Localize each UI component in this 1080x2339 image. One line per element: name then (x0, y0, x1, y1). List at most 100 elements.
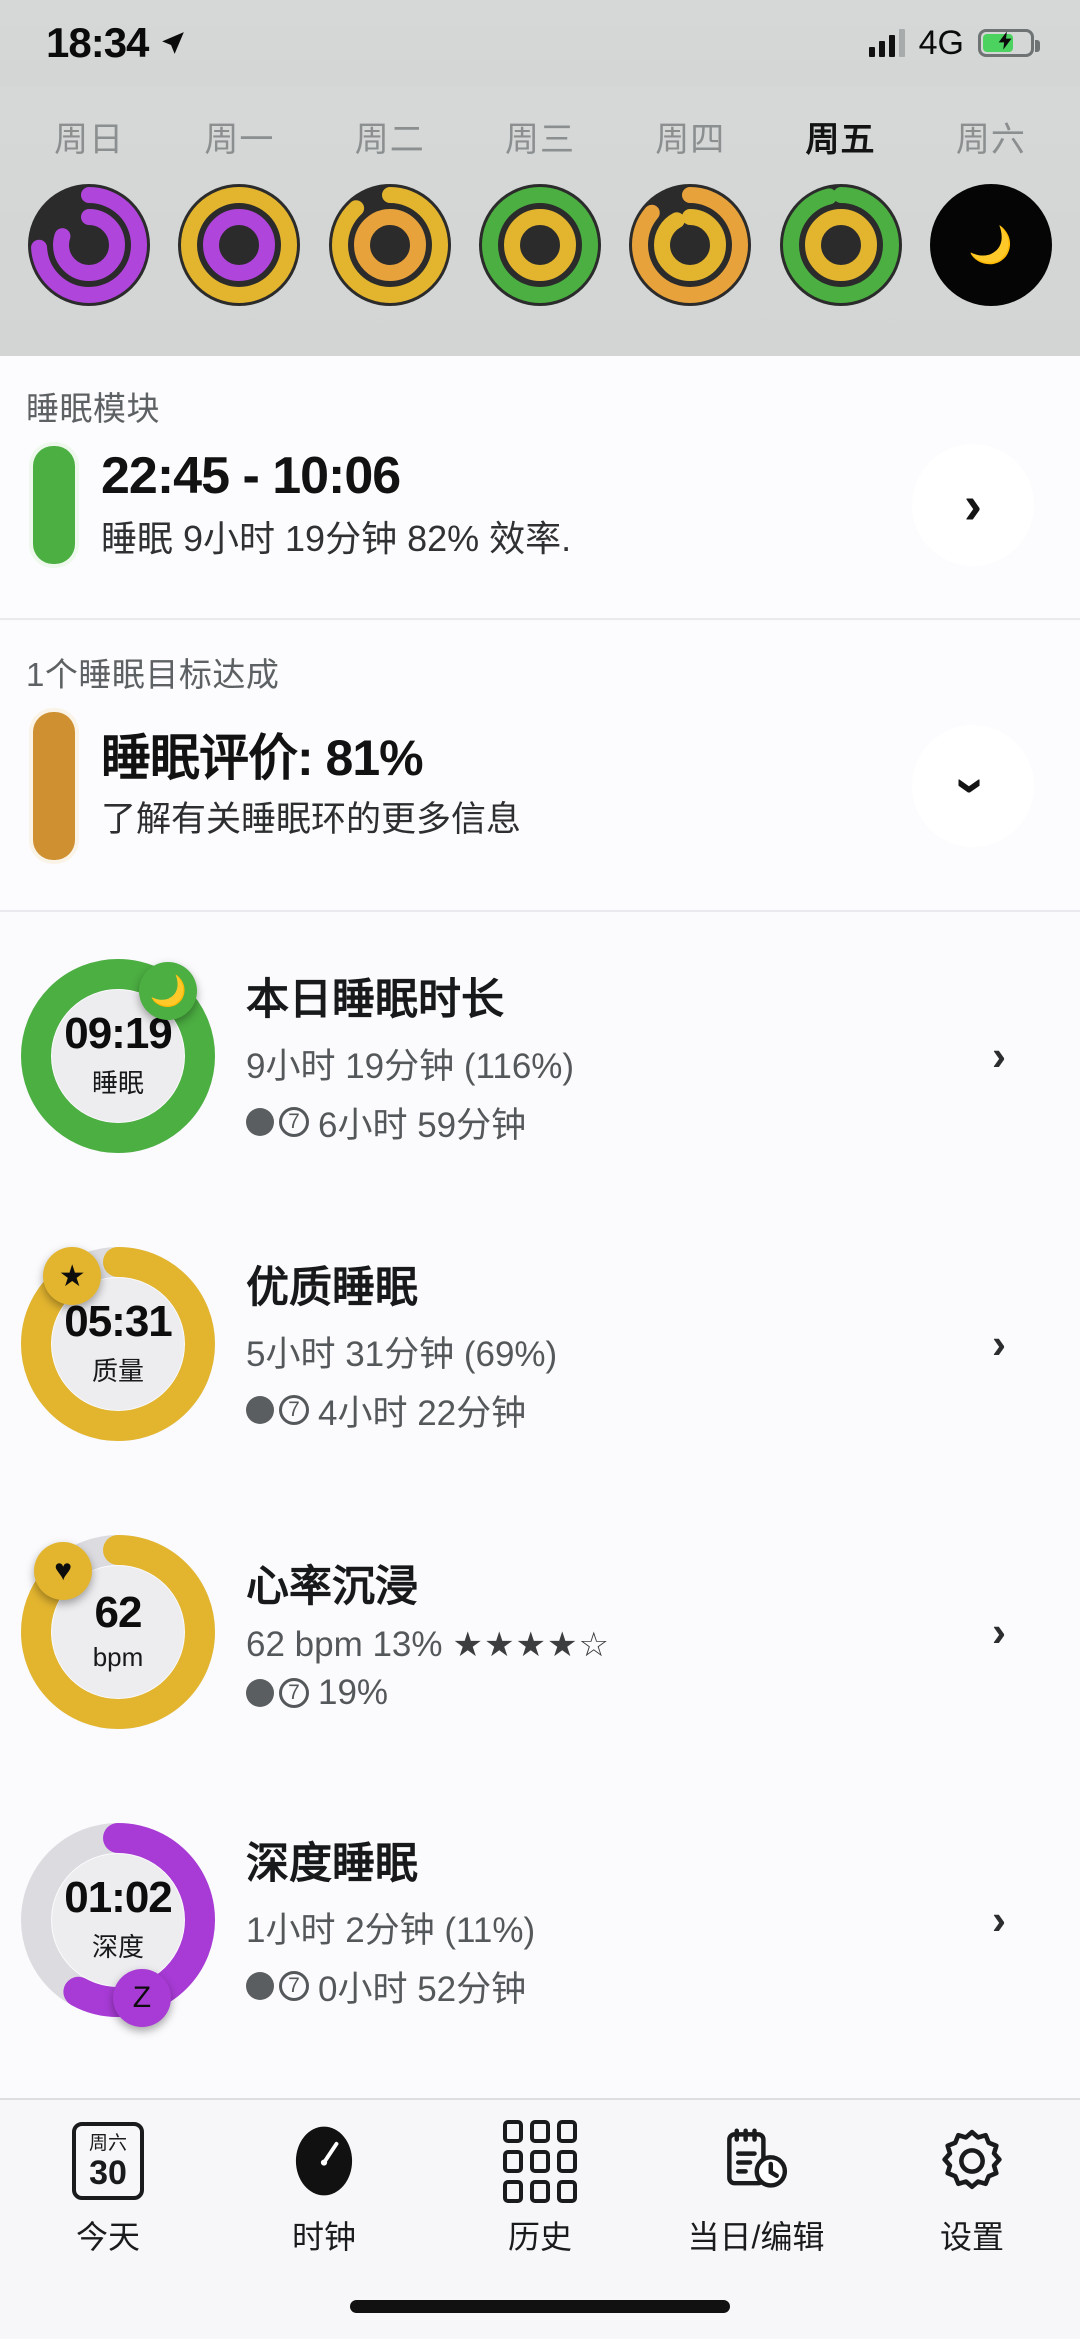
sleep-module-row[interactable]: 22:45 - 10:06 睡眠 9小时 19分钟 82% 效率. › (0, 444, 1080, 566)
average-period-icon: 7 (246, 1677, 309, 1708)
metric-ring-unit: 质量 (91, 1356, 144, 1386)
week-day-3[interactable]: 周二 (315, 86, 465, 307)
metric-average-value: 4小时 22分钟 (318, 1393, 527, 1433)
sleep-module-disclosure-button[interactable]: › (912, 444, 1034, 566)
clock-gauge-icon (285, 2122, 363, 2200)
week-day-label: 周五 (805, 121, 876, 159)
heart-badge-icon: ♥ (34, 1542, 93, 1601)
chevron-right-icon[interactable]: › (992, 1608, 1006, 1656)
sleep-time-range: 22:45 - 10:06 (101, 446, 401, 505)
grid-cells (503, 2119, 577, 2203)
location-arrow-icon (160, 30, 186, 56)
week-day-moon-disc: 🌙 (929, 183, 1053, 307)
metric-ring-sleep-duration: 09:19 睡眠 🌙 (18, 956, 218, 1156)
tab-label: 历史 (507, 2219, 572, 2255)
sleep-score-text: 睡眠评价: 81% 了解有关睡眠环的更多信息 (101, 731, 521, 842)
metric-row-quality-sleep[interactable]: 05:31 质量 ★ 优质睡眠 5小时 31分钟 (69%) 7 4小时 22分钟 › (0, 1200, 1080, 1488)
sleep-score-expand-button[interactable]: › (912, 725, 1034, 847)
metrics-list: 09:19 睡眠 🌙 本日睡眠时长 9小时 19分钟 (116%) 7 6小时 59分钟 › 0… (0, 912, 1080, 2098)
metric-ring-value: 62 (94, 1588, 143, 1637)
metric-row-deep-sleep[interactable]: 01:02 深度 Z 深度睡眠 1小时 2分钟 (11%) 7 0小时 52分钟 › (0, 1776, 1080, 2064)
week-day-rings (27, 183, 151, 307)
metric-subtitle-text: 5小时 31分钟 (69%) (246, 1334, 558, 1374)
app-root: 18:34 4G 周日 周一 周二 周三 周四 周五 周六 🌙 睡眠模块 22:45 - 10… (0, 0, 1080, 2339)
status-bar-right: 4G (868, 24, 1040, 63)
tab-clock[interactable]: 时钟 (216, 2122, 432, 2258)
metric-ring-value: 09:19 (64, 1009, 173, 1058)
metric-average-row: 7 0小时 52分钟 (246, 1961, 535, 2012)
tab-day-edit[interactable]: 当日/编辑 (648, 2122, 864, 2258)
moon-icon: 🌙 (968, 224, 1014, 265)
metric-subtitle-text: 62 bpm 13% (246, 1624, 443, 1664)
status-bar-left: 18:34 (46, 19, 186, 67)
week-day-rings (478, 183, 602, 307)
calendar-weekday: 周六 (88, 2133, 127, 2154)
average-period-icon: 7 (246, 1395, 309, 1425)
average-days-count: 7 (279, 1971, 309, 2001)
tab-label: 设置 (939, 2219, 1004, 2255)
metric-subtitle-text: 9小时 19分钟 (116%) (246, 1046, 575, 1086)
week-day-label: 周三 (504, 121, 575, 159)
metric-row-sleep-duration[interactable]: 09:19 睡眠 🌙 本日睡眠时长 9小时 19分钟 (116%) 7 6小时 59分钟 › (0, 912, 1080, 1200)
sleep-score-color-bar (33, 712, 75, 860)
tab-history[interactable]: 历史 (432, 2119, 648, 2258)
sleep-module-color-bar (33, 446, 75, 564)
average-days-count: 7 (279, 1107, 309, 1137)
clipboard-clock-icon (719, 2122, 793, 2200)
metric-average-row: 7 6小时 59分钟 (246, 1097, 574, 1148)
metric-text-sleep-duration: 本日睡眠时长 9小时 19分钟 (116%) 7 6小时 59分钟 (246, 965, 574, 1148)
calendar-icon: 周六 30 (72, 2122, 144, 2200)
week-strip[interactable]: 周日 周一 周二 周三 周四 周五 周六 🌙 (0, 86, 1080, 356)
metric-average-row: 7 19% (246, 1673, 610, 1713)
grid-icon (503, 2119, 577, 2203)
sleep-summary: 睡眠 9小时 19分钟 82% 效率. (101, 518, 572, 560)
chevron-right-icon[interactable]: › (992, 1320, 1006, 1368)
chevron-right-icon[interactable]: › (992, 1896, 1006, 1944)
metric-average-value: 0小时 52分钟 (318, 1969, 527, 2009)
week-day-1[interactable]: 周日 (14, 86, 164, 307)
week-day-4[interactable]: 周三 (465, 86, 615, 307)
metric-average-row: 7 4小时 22分钟 (246, 1385, 557, 1436)
week-day-label: 周六 (955, 121, 1026, 159)
status-time: 18:34 (46, 19, 149, 66)
week-day-rings (177, 183, 301, 307)
sleep-module-text: 22:45 - 10:06 睡眠 9小时 19分钟 82% 效率. (101, 448, 571, 562)
metric-title: 优质睡眠 (246, 1263, 418, 1312)
z-badge-icon: Z (112, 1969, 171, 2028)
home-indicator (350, 2300, 730, 2313)
sleep-score-row[interactable]: 睡眠评价: 81% 了解有关睡眠环的更多信息 › (0, 712, 1080, 860)
average-period-icon: 7 (246, 1971, 309, 2001)
week-day-label: 周二 (354, 121, 425, 159)
sleep-score-card[interactable]: 1个睡眠目标达成 睡眠评价: 81% 了解有关睡眠环的更多信息 › (0, 622, 1080, 912)
metric-title: 心率沉浸 (246, 1562, 418, 1611)
metric-ring-deep-sleep: 01:02 深度 Z (18, 1820, 218, 2028)
metric-title: 本日睡眠时长 (246, 975, 504, 1024)
tab-label: 时钟 (291, 2219, 356, 2255)
metric-ring-unit: bpm (92, 1642, 144, 1672)
sleep-score-subtitle: 了解有关睡眠环的更多信息 (101, 799, 522, 839)
gear-icon (934, 2122, 1010, 2200)
metric-row-heart-rate-dip[interactable]: 62 bpm ♥ 心率沉浸 62 bpm 13% ★★★★☆ 7 19% › (0, 1488, 1080, 1776)
metric-ring-center: 01:02 深度 (52, 1854, 184, 1986)
metric-text-deep-sleep: 深度睡眠 1小时 2分钟 (11%) 7 0小时 52分钟 (246, 1829, 535, 2012)
week-day-5[interactable]: 周四 (615, 86, 765, 307)
week-day-6[interactable]: 周五 (765, 86, 915, 307)
week-day-rings (328, 183, 452, 307)
metric-text-quality-sleep: 优质睡眠 5小时 31分钟 (69%) 7 4小时 22分钟 (246, 1253, 557, 1436)
week-day-rings (779, 183, 903, 307)
average-days-count: 7 (279, 1395, 309, 1425)
metric-ring-value: 01:02 (64, 1873, 173, 1922)
sleep-module-card[interactable]: 睡眠模块 22:45 - 10:06 睡眠 9小时 19分钟 82% 效率. › (0, 356, 1080, 620)
metric-ring-unit: 深度 (91, 1932, 144, 1962)
week-day-2[interactable]: 周一 (164, 86, 314, 307)
week-day-label: 周四 (655, 121, 726, 159)
chevron-right-icon[interactable]: › (992, 1032, 1006, 1080)
tab-settings[interactable]: 设置 (864, 2122, 1080, 2258)
star-badge-icon: ★ (43, 1247, 102, 1306)
metric-ring-value: 05:31 (64, 1297, 173, 1346)
week-day-label: 周一 (204, 121, 275, 159)
metric-ring-unit: 睡眠 (91, 1068, 144, 1098)
metric-title: 深度睡眠 (246, 1839, 418, 1888)
week-day-7[interactable]: 周六 🌙 (916, 86, 1066, 307)
tab-today[interactable]: 周六 30 今天 (0, 2122, 216, 2258)
